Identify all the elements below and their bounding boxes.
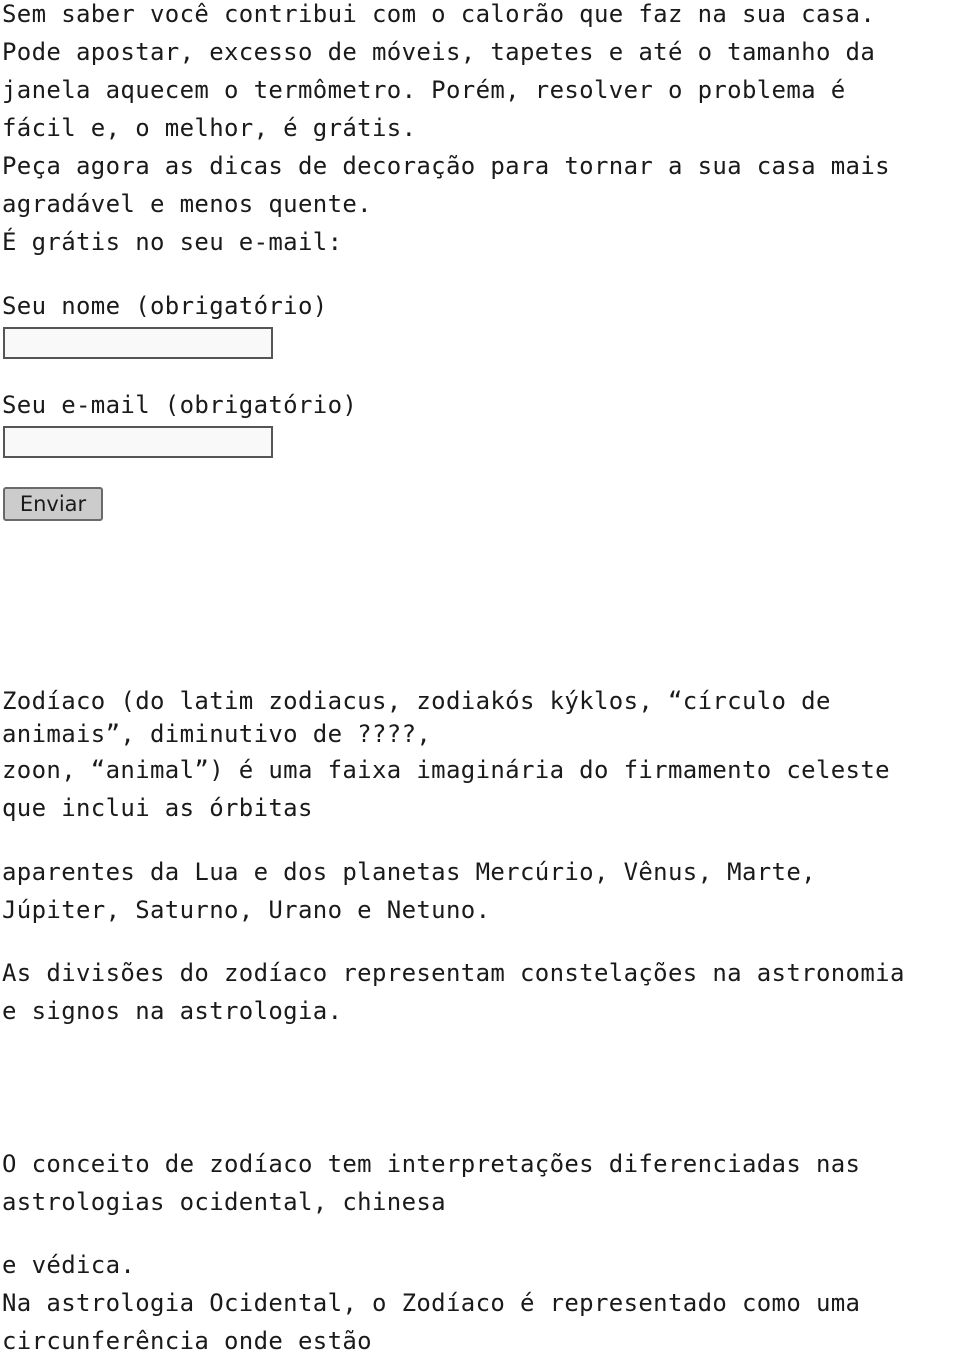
article-line: aparentes da Lua e dos planetas Mercúrio… <box>2 858 816 886</box>
article-line: As divisões do zodíaco representam const… <box>2 959 905 987</box>
intro-line: janela aquecem o termômetro. Porém, reso… <box>2 76 846 104</box>
article-line: circunferência onde estão <box>2 1327 372 1355</box>
article-line: Júpiter, Saturno, Urano e Netuno. <box>2 896 491 924</box>
name-field-label: Seu nome (obrigatório) <box>2 292 328 320</box>
intro-line: Sem saber você contribui com o calorão q… <box>2 0 876 28</box>
name-input[interactable] <box>3 327 273 359</box>
article-line: zoon, “animal”) é uma faixa imaginária d… <box>2 756 890 784</box>
intro-line: Pode apostar, excesso de móveis, tapetes… <box>2 38 876 66</box>
intro-line: É grátis no seu e-mail: <box>2 228 343 256</box>
email-input[interactable] <box>3 426 273 458</box>
article-line: Na astrologia Ocidental, o Zodíaco é rep… <box>2 1289 861 1317</box>
article-line: que inclui as órbitas <box>2 794 313 822</box>
article-line: O conceito de zodíaco tem interpretações… <box>2 1150 861 1178</box>
article-line: e védica. <box>2 1251 136 1279</box>
intro-line: agradável e menos quente. <box>2 190 372 218</box>
article-line: astrologias ocidental, chinesa <box>2 1188 446 1216</box>
email-field-label: Seu e-mail (obrigatório) <box>2 391 358 419</box>
submit-button[interactable]: Enviar <box>3 487 103 521</box>
intro-line: Peça agora as dicas de decoração para to… <box>2 152 890 180</box>
intro-line: fácil e, o melhor, é grátis. <box>2 114 417 142</box>
article-line: e signos na astrologia. <box>2 997 343 1025</box>
article-line: animais”, diminutivo de ????, <box>2 720 432 748</box>
